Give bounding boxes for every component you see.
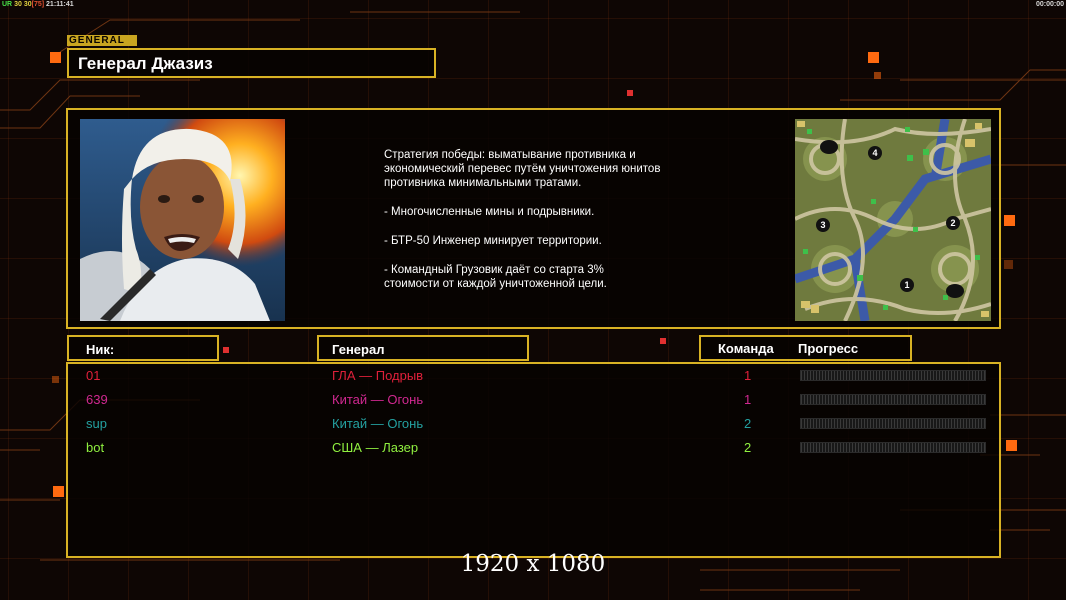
minimap-start-3: 3 <box>820 220 825 230</box>
player-progress-bar <box>800 370 986 381</box>
status-limit: [75] <box>31 1 45 8</box>
player-nick: sup <box>86 416 107 431</box>
player-row: bot США — Лазер 2 <box>68 438 999 460</box>
column-header-team: Команда <box>718 341 774 356</box>
status-fps-b: 30 <box>23 1 32 8</box>
minimap[interactable]: 4 3 2 1 <box>795 119 991 321</box>
description-item: - Командный Грузовик даёт со старта 3% с… <box>384 264 607 290</box>
player-nick: 01 <box>86 368 101 383</box>
status-ur: UR <box>2 1 13 8</box>
deco-square <box>1006 440 1017 451</box>
column-header-team-progress: Команда Прогресс <box>699 335 912 361</box>
status-timer: 00:00:00 <box>1035 1 1064 8</box>
general-name: Генерал Джазиз <box>78 54 213 73</box>
players-table: 01 ГЛА — Подрыв 1 639 Китай — Огонь 1 sup Китай… <box>66 362 1001 558</box>
deco-square <box>660 338 666 344</box>
deco-square <box>50 52 61 63</box>
player-team: 1 <box>744 368 752 383</box>
description-strategy: Стратегия победы: выматывание противника… <box>384 149 661 189</box>
general-info-panel: Стратегия победы: выматывание противника… <box>66 108 1001 329</box>
player-nick: 639 <box>86 392 108 407</box>
general-title-box: Генерал Джазиз <box>67 48 436 78</box>
player-row: 01 ГЛА — Подрыв 1 <box>68 366 999 388</box>
deco-square <box>868 52 879 63</box>
player-row: 639 Китай — Огонь 1 <box>68 390 999 412</box>
player-progress-bar <box>800 418 986 429</box>
minimap-start-2: 2 <box>950 218 955 228</box>
status-left: UR 30 30[75] 21:11:41 <box>2 0 74 9</box>
player-general: Китай — Огонь <box>332 416 424 431</box>
status-fps: 30 <box>14 1 22 8</box>
deco-square <box>874 72 881 79</box>
deco-square <box>223 347 229 353</box>
player-general: ГЛА — Подрыв <box>332 368 424 383</box>
deco-square <box>53 486 64 497</box>
player-row: sup Китай — Огонь 2 <box>68 414 999 436</box>
general-portrait <box>80 119 285 321</box>
description-item: - Многочисленные мины и подрывники. <box>384 206 595 218</box>
player-progress-bar <box>800 442 986 453</box>
minimap-start-1: 1 <box>904 280 909 290</box>
deco-square <box>627 90 633 96</box>
deco-square <box>1004 260 1013 269</box>
player-team: 2 <box>744 416 752 431</box>
player-team: 2 <box>744 440 752 455</box>
section-tag: GENERAL <box>67 35 137 46</box>
column-header-progress: Прогресс <box>798 341 859 356</box>
resolution-label: 1920 x 1080 <box>460 551 606 577</box>
player-general: США — Лазер <box>332 440 419 455</box>
column-header-general: Генерал <box>317 335 529 361</box>
deco-square <box>1004 215 1015 226</box>
player-general: Китай — Огонь <box>332 392 424 407</box>
minimap-start-4: 4 <box>872 148 877 158</box>
general-description: Стратегия победы: выматывание противника… <box>384 148 764 306</box>
status-clock: 21:11:41 <box>46 1 74 8</box>
column-header-nick: Ник: <box>67 335 219 361</box>
deco-square <box>52 376 59 383</box>
player-nick: bot <box>86 440 105 455</box>
player-progress-bar <box>800 394 986 405</box>
player-team: 1 <box>744 392 752 407</box>
description-item: - БТР-50 Инженер минирует территории. <box>384 235 602 247</box>
